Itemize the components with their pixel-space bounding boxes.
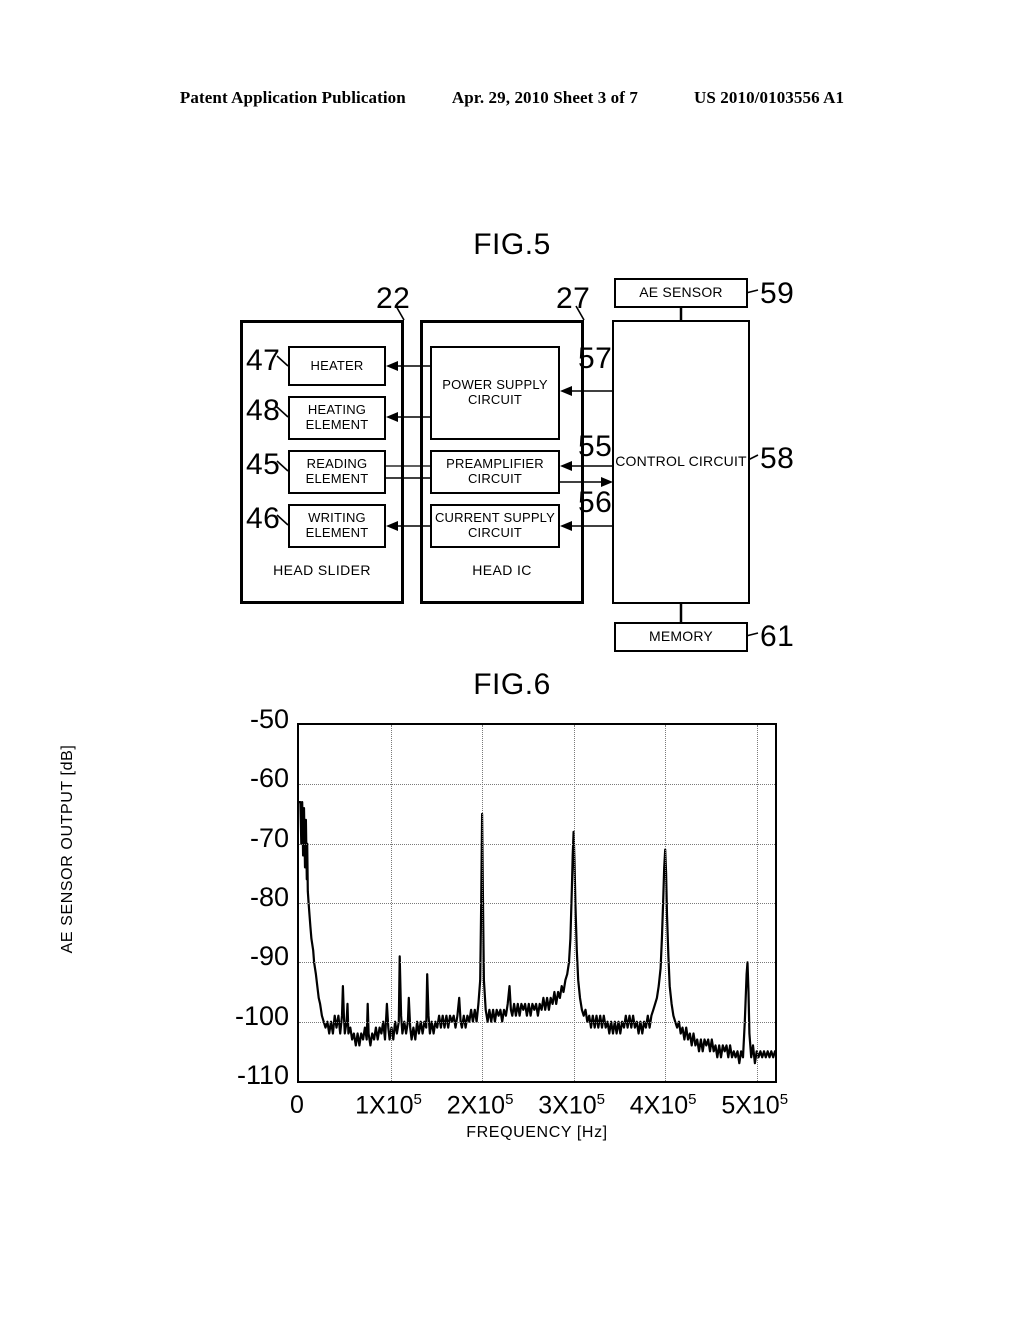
connection-wires (386, 308, 683, 622)
gridline-horizontal (299, 1021, 775, 1023)
y-tick-label: -70 (249, 822, 289, 853)
publication-number: US 2010/0103556 A1 (693, 88, 845, 107)
gridline-horizontal (299, 843, 775, 845)
y-tick-label: -100 (234, 1000, 289, 1031)
gridline-vertical (573, 725, 575, 1081)
gridline-vertical (665, 725, 667, 1081)
gridline-horizontal (299, 962, 775, 964)
x-tick-label: 5X105 (721, 1091, 789, 1120)
page-header: Patent Application Publication Apr. 29, … (0, 88, 1024, 108)
x-axis-label: FREQUENCY [Hz] (466, 1124, 608, 1141)
gridline-vertical (390, 725, 392, 1081)
fig6-chart: -50 -60 -70 -80 -90 -100 -110 0 1X105 2X105 3X105… (0, 700, 1024, 1160)
publication-date-sheet: Apr. 29, 2010 Sheet 3 of 7 (451, 88, 638, 107)
y-tick-label: -110 (236, 1060, 289, 1090)
gridline-vertical (482, 725, 484, 1081)
fig5-title: FIG.5 (473, 228, 551, 261)
y-tick-label: -50 (249, 704, 289, 734)
y-tick-label: -90 (249, 941, 289, 972)
gridline-horizontal (299, 903, 775, 904)
gridline-horizontal (299, 784, 775, 786)
fig6-title: FIG.6 (473, 668, 551, 701)
y-axis-label: AE SENSOR OUTPUT [dB] (59, 744, 76, 954)
fig5-block-diagram: HEAD SLIDER HEATER HEATING ELEMENT READI… (0, 260, 1024, 660)
y-tick-label: -80 (249, 882, 289, 912)
gridline-vertical (756, 725, 758, 1081)
publication-label: Patent Application Publication (179, 88, 406, 107)
plot-area (297, 723, 777, 1083)
y-tick-label: -60 (249, 763, 289, 794)
